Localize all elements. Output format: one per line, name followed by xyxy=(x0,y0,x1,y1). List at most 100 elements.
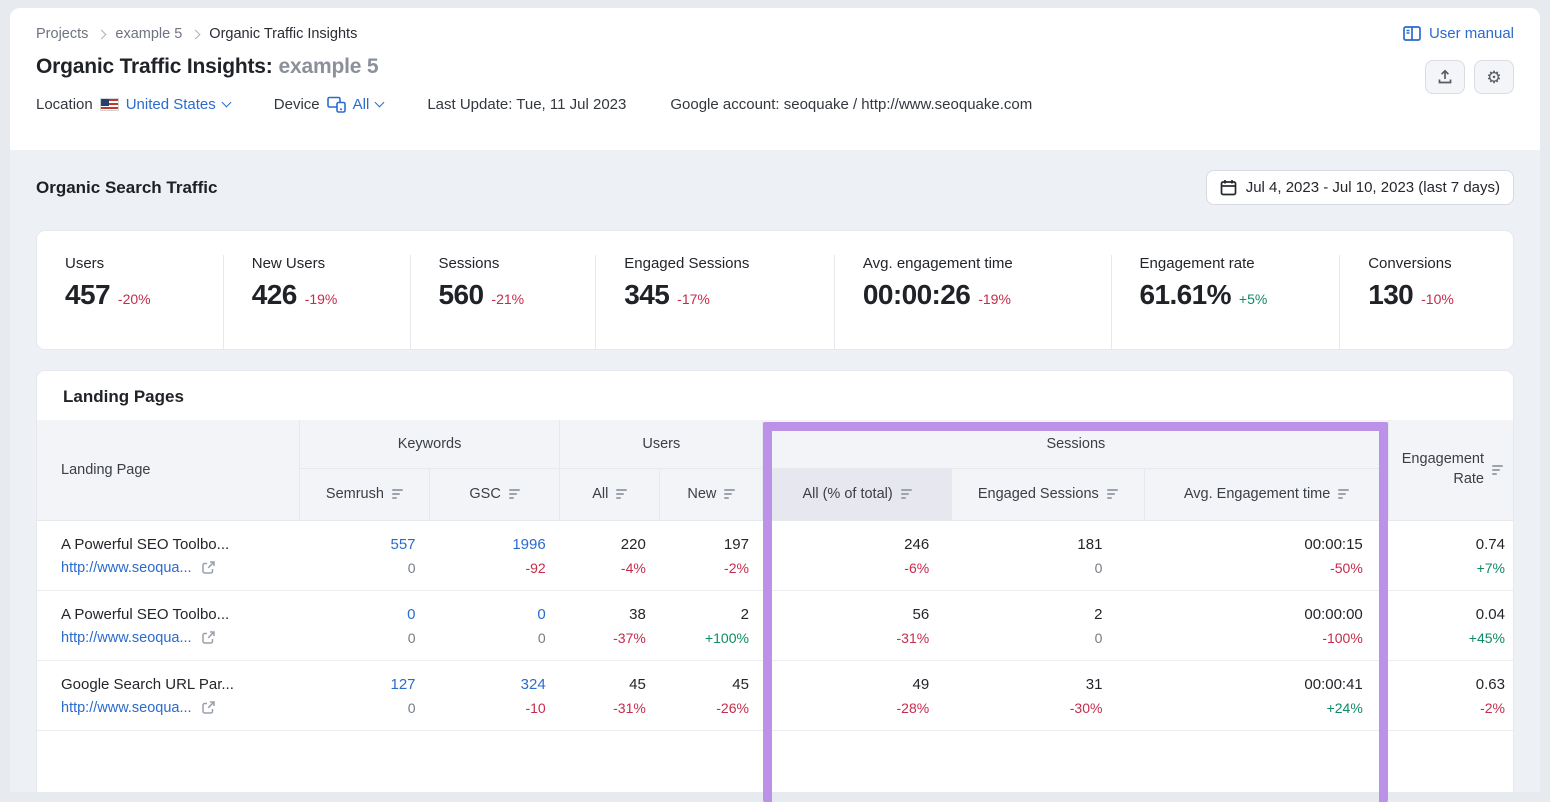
landing-pages-table: Landing Page Keywords Users Sessions Eng… xyxy=(37,420,1514,731)
sort-icon[interactable] xyxy=(1492,465,1503,475)
cell-delta: -10 xyxy=(444,700,546,716)
external-link-icon[interactable] xyxy=(201,700,216,715)
users-new-cell: 45-26% xyxy=(660,660,763,730)
cell-delta: -28% xyxy=(777,700,929,716)
cell-value: 00:00:00 xyxy=(1158,606,1362,623)
device-filter[interactable]: Device All xyxy=(274,96,384,113)
cell-value[interactable]: 1996 xyxy=(444,536,546,553)
cell-value: 49 xyxy=(777,676,929,693)
cell-value: 0.04 xyxy=(1403,606,1505,623)
users-all-cell: 38 -37% xyxy=(560,590,660,660)
organic-search-traffic-header: Organic Search Traffic Jul 4, 2023 - Jul… xyxy=(36,170,1514,205)
landing-pages-rows: A Powerful SEO Toolbo... http://www.seoq… xyxy=(37,520,1514,730)
page-header: Projects example 5 Organic Traffic Insig… xyxy=(10,8,1540,150)
device-icon xyxy=(327,96,346,113)
column-header-sessions-all[interactable]: All (% of total) xyxy=(763,468,951,520)
engagement-rate-cell: 0.74+7% xyxy=(1389,520,1514,590)
table-row: A Powerful SEO Toolbo... http://www.seoq… xyxy=(37,520,1514,590)
cell-delta: -2% xyxy=(1403,700,1505,716)
location-filter[interactable]: Location United States xyxy=(36,96,230,113)
export-button[interactable] xyxy=(1425,60,1465,94)
stat-users: Users 457-20% xyxy=(37,255,223,349)
landing-page-link[interactable]: http://www.seoqua... xyxy=(61,630,291,646)
landing-page-link[interactable]: http://www.seoqua... xyxy=(61,560,291,576)
settings-button[interactable]: ⚙ xyxy=(1474,60,1514,94)
stat-value: 457 xyxy=(65,279,110,311)
stat-value: 426 xyxy=(252,279,297,311)
device-label: Device xyxy=(274,96,320,113)
stat-new-users: New Users 426-19% xyxy=(223,255,410,349)
cell-value: 2 xyxy=(674,606,749,623)
cell-value[interactable]: 127 xyxy=(313,676,415,693)
date-range-button[interactable]: Jul 4, 2023 - Jul 10, 2023 (last 7 days) xyxy=(1206,170,1514,205)
users-all-cell: 220-4% xyxy=(560,520,660,590)
cell-value: 00:00:15 xyxy=(1158,536,1362,553)
column-header-users-all[interactable]: All xyxy=(560,468,660,520)
cell-delta: 0 xyxy=(313,630,415,646)
landing-page-title: A Powerful SEO Toolbo... xyxy=(61,536,291,553)
breadcrumb-project[interactable]: example 5 xyxy=(115,26,182,42)
semrush-cell: 5570 xyxy=(299,520,429,590)
column-header-users-new[interactable]: New xyxy=(660,468,763,520)
cell-delta: -37% xyxy=(574,630,646,646)
landing-pages-title: Landing Pages xyxy=(37,387,1513,407)
cell-value[interactable]: 0 xyxy=(313,606,415,623)
column-group-keywords: Keywords xyxy=(299,420,559,468)
cell-value: 38 xyxy=(574,606,646,623)
external-link-icon[interactable] xyxy=(201,560,216,575)
user-manual-link[interactable]: User manual xyxy=(1403,25,1514,42)
cell-value[interactable]: 0 xyxy=(444,606,546,623)
breadcrumb-projects[interactable]: Projects xyxy=(36,26,88,42)
sort-icon[interactable] xyxy=(901,489,912,499)
engaged-sessions-cell: 31-30% xyxy=(951,660,1144,730)
export-icon xyxy=(1437,69,1453,85)
gsc-cell: 00 xyxy=(430,590,560,660)
stat-delta: -10% xyxy=(1421,291,1454,307)
cell-value[interactable]: 324 xyxy=(444,676,546,693)
cell-value[interactable]: 557 xyxy=(313,536,415,553)
user-manual-label: User manual xyxy=(1429,25,1514,42)
landing-pages-card: Landing Pages Landing Page Keywords User… xyxy=(36,370,1514,792)
cell-delta: -50% xyxy=(1158,560,1362,576)
column-header-gsc[interactable]: GSC xyxy=(430,468,560,520)
cell-value: 45 xyxy=(674,676,749,693)
sort-icon[interactable] xyxy=(616,489,627,499)
cell-value: 00:00:41 xyxy=(1158,676,1362,693)
column-group-sessions: Sessions xyxy=(763,420,1389,468)
stat-label: Conversions xyxy=(1368,255,1513,272)
stat-label: Avg. engagement time xyxy=(863,255,1111,272)
sort-icon[interactable] xyxy=(1107,489,1118,499)
users-new-cell: 2+100% xyxy=(660,590,763,660)
stat-sessions: Sessions 560-21% xyxy=(410,255,596,349)
engagement-rate-cell: 0.04+45% xyxy=(1389,590,1514,660)
landing-page-cell: Google Search URL Par... http://www.seoq… xyxy=(37,660,299,730)
column-header-engagement-rate[interactable]: Engagement Rate xyxy=(1389,420,1514,520)
cell-value: 2 xyxy=(965,606,1102,623)
column-header-engaged-sessions[interactable]: Engaged Sessions xyxy=(951,468,1144,520)
external-link-icon[interactable] xyxy=(201,630,216,645)
cell-value: 197 xyxy=(674,536,749,553)
cell-delta: 0 xyxy=(965,630,1102,646)
avg-engagement-time-cell: 00:00:15 -50% xyxy=(1144,520,1388,590)
sort-icon[interactable] xyxy=(724,489,735,499)
landing-page-title: A Powerful SEO Toolbo... xyxy=(61,606,291,623)
organic-search-traffic-title: Organic Search Traffic xyxy=(36,178,217,198)
cell-value: 181 xyxy=(965,536,1102,553)
sort-icon[interactable] xyxy=(509,489,520,499)
cell-delta: 0 xyxy=(444,630,546,646)
landing-page-cell: A Powerful SEO Toolbo... http://www.seoq… xyxy=(37,590,299,660)
stat-delta: +5% xyxy=(1239,291,1267,307)
cell-value: 0.63 xyxy=(1403,676,1505,693)
stat-avg-engagement-time: Avg. engagement time 00:00:26-19% xyxy=(834,255,1111,349)
sort-icon[interactable] xyxy=(1338,489,1349,499)
landing-page-cell: A Powerful SEO Toolbo... http://www.seoq… xyxy=(37,520,299,590)
location-label: Location xyxy=(36,96,93,113)
landing-page-link[interactable]: http://www.seoqua... xyxy=(61,700,291,716)
cell-delta: 0 xyxy=(965,560,1102,576)
column-header-semrush[interactable]: Semrush xyxy=(299,468,429,520)
stat-engagement-rate: Engagement rate 61.61%+5% xyxy=(1111,255,1340,349)
sort-icon[interactable] xyxy=(392,489,403,499)
cell-value: 31 xyxy=(965,676,1102,693)
column-header-avg-engagement-time[interactable]: Avg. Engagement time xyxy=(1144,468,1388,520)
stat-value: 560 xyxy=(439,279,484,311)
